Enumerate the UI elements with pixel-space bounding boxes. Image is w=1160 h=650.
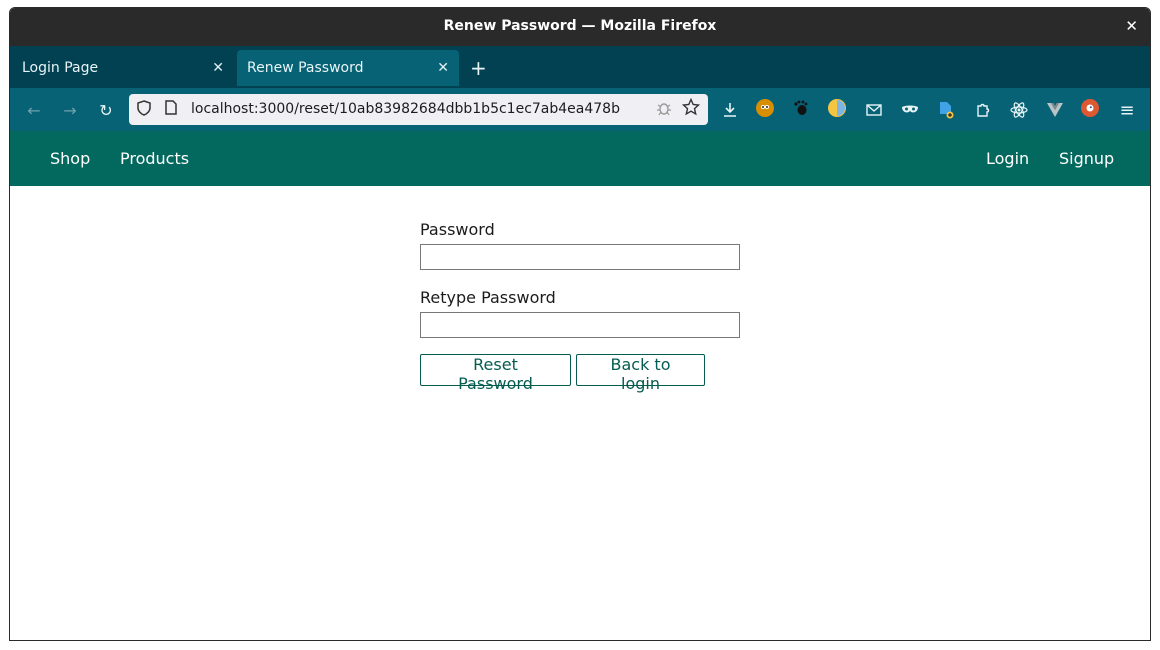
- tab-close-icon[interactable]: ✕: [212, 60, 224, 76]
- back-arrow-icon[interactable]: ←: [23, 99, 45, 121]
- menu-hamburger-icon[interactable]: ≡: [1116, 99, 1138, 121]
- bug-extension-icon[interactable]: [656, 99, 672, 121]
- nav-link-shop[interactable]: Shop: [50, 149, 90, 168]
- duckduckgo-icon[interactable]: [1081, 99, 1099, 117]
- url-bar[interactable]: localhost:3000/reset/10ab83982684dbb1b5c…: [129, 94, 708, 125]
- url-host: localhost: [191, 101, 254, 117]
- tab-label: Renew Password: [247, 60, 364, 76]
- download-icon[interactable]: [719, 99, 741, 121]
- window-close-icon[interactable]: ✕: [1125, 17, 1138, 35]
- browser-toolbar: ← → ↻ localhost:3000/reset/10ab83982684d…: [10, 88, 1150, 131]
- back-to-login-button[interactable]: Back to login: [576, 354, 705, 393]
- site-navbar: Shop Products Login Signup: [10, 131, 1150, 186]
- nav-link-signup[interactable]: Signup: [1059, 149, 1114, 168]
- tab-bar: Login Page ✕ Renew Password ✕ +: [10, 46, 1150, 88]
- forward-arrow-icon[interactable]: →: [59, 99, 81, 121]
- new-tab-button[interactable]: +: [470, 56, 487, 80]
- retype-password-label: Retype Password: [420, 288, 556, 307]
- nav-link-products[interactable]: Products: [120, 149, 189, 168]
- window-titlebar: Renew Password — Mozilla Firefox ✕: [10, 8, 1150, 46]
- window-title: Renew Password — Mozilla Firefox: [443, 18, 717, 34]
- tab-label: Login Page: [22, 60, 99, 76]
- shield-icon[interactable]: [137, 100, 151, 120]
- extensions-puzzle-icon[interactable]: [972, 99, 994, 121]
- main-content: Password Retype Password Reset Password …: [10, 186, 1150, 640]
- gnome-foot-icon[interactable]: [792, 99, 810, 117]
- password-label: Password: [420, 220, 495, 239]
- tab-renew-password[interactable]: Renew Password ✕: [237, 50, 459, 86]
- tab-login-page[interactable]: Login Page ✕: [12, 50, 234, 86]
- mail-icon[interactable]: [863, 99, 885, 121]
- nav-link-login[interactable]: Login: [986, 149, 1029, 168]
- react-devtools-icon[interactable]: [1008, 99, 1030, 121]
- bookmark-star-icon[interactable]: [681, 97, 701, 121]
- mask-extension-icon[interactable]: [899, 99, 921, 121]
- url-text[interactable]: localhost:3000/reset/10ab83982684dbb1b5c…: [191, 101, 620, 117]
- browser-window: Renew Password — Mozilla Firefox ✕ Login…: [9, 7, 1151, 641]
- url-path: :3000/reset/10ab83982684dbb1b5c1ec7ab4ea…: [253, 101, 620, 117]
- tab-close-icon[interactable]: ✕: [437, 60, 449, 76]
- extension-owl-icon[interactable]: [756, 99, 774, 117]
- vue-devtools-icon[interactable]: [1044, 99, 1066, 121]
- file-add-extension-icon[interactable]: [935, 99, 957, 121]
- reset-password-button[interactable]: Reset Password: [420, 354, 571, 393]
- reload-icon[interactable]: ↻: [95, 99, 117, 121]
- page-info-icon[interactable]: [165, 100, 177, 119]
- color-picker-icon[interactable]: [828, 99, 846, 117]
- retype-password-field[interactable]: [420, 312, 740, 338]
- password-field[interactable]: [420, 244, 740, 270]
